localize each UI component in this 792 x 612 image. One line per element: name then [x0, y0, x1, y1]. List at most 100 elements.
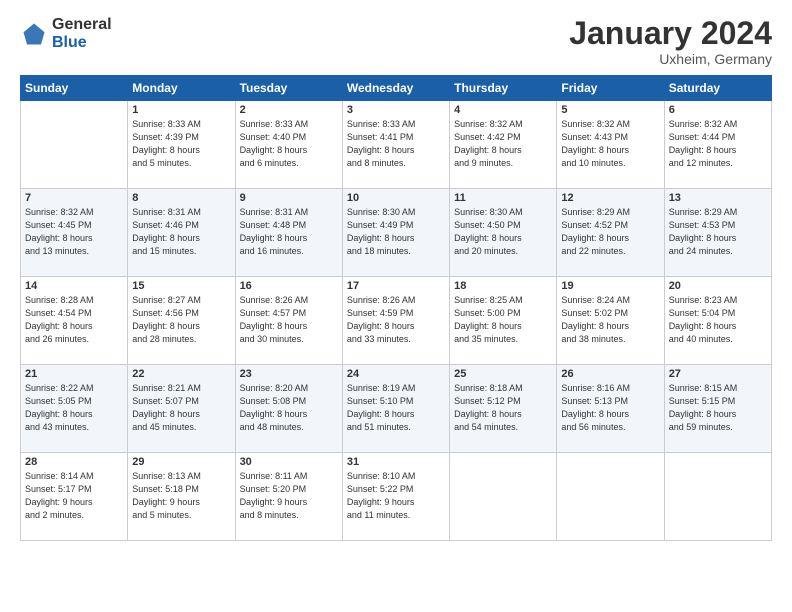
table-row [450, 453, 557, 541]
table-row: 4 Sunrise: 8:32 AM Sunset: 4:42 PM Daylig… [450, 101, 557, 189]
day-number: 31 [347, 456, 445, 468]
day-number: 15 [132, 280, 230, 292]
table-row: 12 Sunrise: 8:29 AM Sunset: 4:52 PM Dayli… [557, 189, 664, 277]
day-number: 26 [561, 368, 659, 380]
day-number: 28 [25, 456, 123, 468]
day-number: 14 [25, 280, 123, 292]
day-number: 18 [454, 280, 552, 292]
table-row: 9Sunrise: 8:31 AM Sunset: 4:48 PM Daylig… [235, 189, 342, 277]
day-info: Sunrise: 8:20 AM Sunset: 5:08 PM Dayligh… [240, 382, 338, 434]
day-info: Sunrise: 8:14 AM Sunset: 5:17 PM Dayligh… [25, 470, 123, 522]
table-row: 18 Sunrise: 8:25 AM Sunset: 5:00 PM Dayli… [450, 277, 557, 365]
day-info: Sunrise: 8:32 AM Sunset: 4:44 PM Dayligh… [669, 118, 767, 170]
table-row: 2 Sunrise: 8:33 AM Sunset: 4:40 PM Daylig… [235, 101, 342, 189]
day-info: Sunrise: 8:16 AM Sunset: 5:13 PM Dayligh… [561, 382, 659, 434]
day-info: Sunrise: 8:18 AM Sunset: 5:12 PM Dayligh… [454, 382, 552, 434]
day-number: 1 [132, 104, 230, 116]
day-info: Sunrise: 8:22 AM Sunset: 5:05 PM Dayligh… [25, 382, 123, 434]
day-info: Sunrise: 8:11 AM Sunset: 5:20 PM Dayligh… [240, 470, 338, 522]
day-number: 4 [454, 104, 552, 116]
day-info: Sunrise: 8:33 AM Sunset: 4:39 PM Dayligh… [132, 118, 230, 170]
day-info: Sunrise: 8:29 AM Sunset: 4:52 PM Dayligh… [561, 206, 659, 258]
day-info: Sunrise: 8:31 AM Sunset: 4:48 PM Dayligh… [240, 206, 338, 258]
week-row-3: 14 Sunrise: 8:28 AM Sunset: 4:54 PM Dayli… [21, 277, 772, 365]
day-number: 24 [347, 368, 445, 380]
day-number: 30 [240, 456, 338, 468]
week-row-1: 1 Sunrise: 8:33 AM Sunset: 4:39 PM Daylig… [21, 101, 772, 189]
table-row: 10Sunrise: 8:30 AM Sunset: 4:49 PM Dayli… [342, 189, 449, 277]
day-info: Sunrise: 8:32 AM Sunset: 4:42 PM Dayligh… [454, 118, 552, 170]
table-row [557, 453, 664, 541]
day-number: 6 [669, 104, 767, 116]
table-row: 20 Sunrise: 8:23 AM Sunset: 5:04 PM Dayli… [664, 277, 771, 365]
month-title: January 2024 [569, 16, 772, 51]
day-info: Sunrise: 8:30 AM Sunset: 4:50 PM Dayligh… [454, 206, 552, 258]
table-row: 25Sunrise: 8:18 AM Sunset: 5:12 PM Dayli… [450, 365, 557, 453]
table-row: 19Sunrise: 8:24 AM Sunset: 5:02 PM Dayli… [557, 277, 664, 365]
table-row: 22Sunrise: 8:21 AM Sunset: 5:07 PM Dayli… [128, 365, 235, 453]
table-row: 15 Sunrise: 8:27 AM Sunset: 4:56 PM Dayli… [128, 277, 235, 365]
day-info: Sunrise: 8:33 AM Sunset: 4:41 PM Dayligh… [347, 118, 445, 170]
page: General Blue January 2024 Uxheim, German… [0, 0, 792, 612]
day-number: 2 [240, 104, 338, 116]
day-number: 20 [669, 280, 767, 292]
day-info: Sunrise: 8:25 AM Sunset: 5:00 PM Dayligh… [454, 294, 552, 346]
day-number: 12 [561, 192, 659, 204]
header-sunday: Sunday [21, 76, 128, 101]
header-monday: Monday [128, 76, 235, 101]
table-row: 3Sunrise: 8:33 AM Sunset: 4:41 PM Daylig… [342, 101, 449, 189]
day-info: Sunrise: 8:23 AM Sunset: 5:04 PM Dayligh… [669, 294, 767, 346]
table-row: 11 Sunrise: 8:30 AM Sunset: 4:50 PM Dayli… [450, 189, 557, 277]
table-row: 30 Sunrise: 8:11 AM Sunset: 5:20 PM Dayli… [235, 453, 342, 541]
table-row: 26 Sunrise: 8:16 AM Sunset: 5:13 PM Dayli… [557, 365, 664, 453]
day-number: 11 [454, 192, 552, 204]
day-info: Sunrise: 8:13 AM Sunset: 5:18 PM Dayligh… [132, 470, 230, 522]
day-number: 10 [347, 192, 445, 204]
logo-icon [20, 20, 48, 48]
logo-general-text: General [52, 16, 112, 34]
day-info: Sunrise: 8:31 AM Sunset: 4:46 PM Dayligh… [132, 206, 230, 258]
day-info: Sunrise: 8:19 AM Sunset: 5:10 PM Dayligh… [347, 382, 445, 434]
logo-text: General Blue [52, 16, 112, 51]
table-row [21, 101, 128, 189]
day-number: 7 [25, 192, 123, 204]
header: General Blue January 2024 Uxheim, German… [20, 16, 772, 67]
location: Uxheim, Germany [569, 51, 772, 67]
day-info: Sunrise: 8:10 AM Sunset: 5:22 PM Dayligh… [347, 470, 445, 522]
calendar-table: Sunday Monday Tuesday Wednesday Thursday… [20, 75, 772, 541]
day-number: 27 [669, 368, 767, 380]
table-row: 1 Sunrise: 8:33 AM Sunset: 4:39 PM Daylig… [128, 101, 235, 189]
table-row: 7 Sunrise: 8:32 AM Sunset: 4:45 PM Daylig… [21, 189, 128, 277]
day-number: 13 [669, 192, 767, 204]
day-info: Sunrise: 8:27 AM Sunset: 4:56 PM Dayligh… [132, 294, 230, 346]
table-row: 27 Sunrise: 8:15 AM Sunset: 5:15 PM Dayli… [664, 365, 771, 453]
day-info: Sunrise: 8:29 AM Sunset: 4:53 PM Dayligh… [669, 206, 767, 258]
header-thursday: Thursday [450, 76, 557, 101]
week-row-5: 28 Sunrise: 8:14 AM Sunset: 5:17 PM Dayli… [21, 453, 772, 541]
table-row: 5Sunrise: 8:32 AM Sunset: 4:43 PM Daylig… [557, 101, 664, 189]
table-row: 28 Sunrise: 8:14 AM Sunset: 5:17 PM Dayli… [21, 453, 128, 541]
header-tuesday: Tuesday [235, 76, 342, 101]
table-row: 23Sunrise: 8:20 AM Sunset: 5:08 PM Dayli… [235, 365, 342, 453]
table-row: 16 Sunrise: 8:26 AM Sunset: 4:57 PM Dayli… [235, 277, 342, 365]
week-row-2: 7 Sunrise: 8:32 AM Sunset: 4:45 PM Daylig… [21, 189, 772, 277]
table-row: 24 Sunrise: 8:19 AM Sunset: 5:10 PM Dayli… [342, 365, 449, 453]
day-info: Sunrise: 8:32 AM Sunset: 4:43 PM Dayligh… [561, 118, 659, 170]
day-info: Sunrise: 8:33 AM Sunset: 4:40 PM Dayligh… [240, 118, 338, 170]
table-row: 17Sunrise: 8:26 AM Sunset: 4:59 PM Dayli… [342, 277, 449, 365]
header-row: Sunday Monday Tuesday Wednesday Thursday… [21, 76, 772, 101]
week-row-4: 21 Sunrise: 8:22 AM Sunset: 5:05 PM Dayli… [21, 365, 772, 453]
day-info: Sunrise: 8:32 AM Sunset: 4:45 PM Dayligh… [25, 206, 123, 258]
header-saturday: Saturday [664, 76, 771, 101]
header-wednesday: Wednesday [342, 76, 449, 101]
day-info: Sunrise: 8:21 AM Sunset: 5:07 PM Dayligh… [132, 382, 230, 434]
day-info: Sunrise: 8:15 AM Sunset: 5:15 PM Dayligh… [669, 382, 767, 434]
day-info: Sunrise: 8:28 AM Sunset: 4:54 PM Dayligh… [25, 294, 123, 346]
table-row: 14 Sunrise: 8:28 AM Sunset: 4:54 PM Dayli… [21, 277, 128, 365]
day-number: 21 [25, 368, 123, 380]
day-number: 8 [132, 192, 230, 204]
day-info: Sunrise: 8:26 AM Sunset: 4:57 PM Dayligh… [240, 294, 338, 346]
day-number: 16 [240, 280, 338, 292]
day-info: Sunrise: 8:24 AM Sunset: 5:02 PM Dayligh… [561, 294, 659, 346]
table-row: 31 Sunrise: 8:10 AM Sunset: 5:22 PM Dayli… [342, 453, 449, 541]
